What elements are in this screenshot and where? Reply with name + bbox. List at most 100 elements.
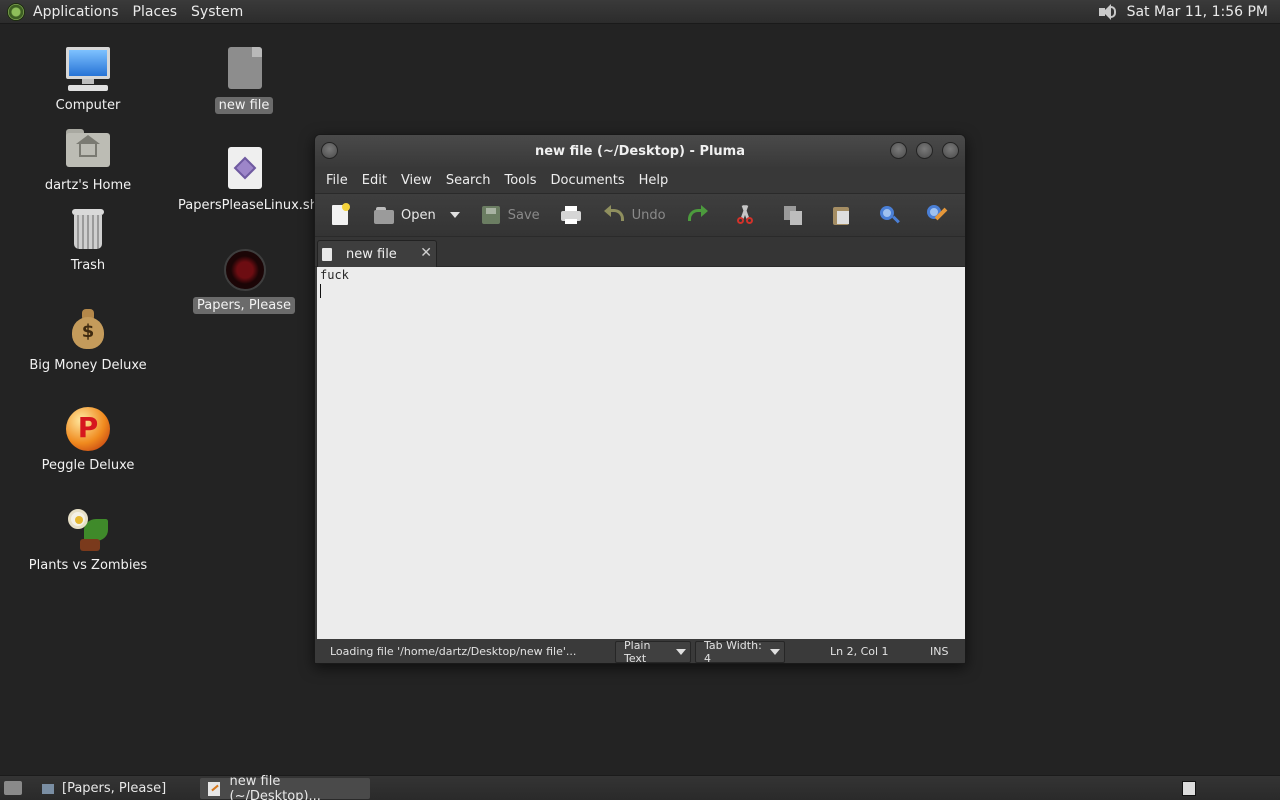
open-label: Open bbox=[401, 207, 436, 223]
new-document-icon bbox=[329, 203, 351, 226]
script-file-icon bbox=[220, 145, 268, 193]
plants-vs-zombies-icon bbox=[64, 505, 112, 553]
paste-icon bbox=[830, 204, 852, 226]
print-button[interactable] bbox=[556, 199, 586, 231]
desktop-icon-new-file[interactable]: new file bbox=[174, 45, 314, 114]
statusbar: Loading file '/home/dartz/Desktop/new fi… bbox=[315, 639, 965, 664]
text-editor-icon bbox=[208, 781, 220, 796]
menu-file[interactable]: File bbox=[319, 173, 355, 188]
top-panel: Applications Places System Sat Mar 11, 1… bbox=[0, 0, 1280, 24]
folder-open-icon bbox=[373, 204, 395, 226]
desktop-icon-trash[interactable]: Trash bbox=[18, 205, 158, 274]
save-button[interactable]: Save bbox=[476, 199, 544, 231]
desktop-icon-label: Peggle Deluxe bbox=[41, 458, 135, 473]
taskbar-item-label: [Papers, Please] bbox=[62, 781, 167, 796]
menu-help[interactable]: Help bbox=[632, 173, 676, 188]
undo-icon bbox=[603, 204, 626, 226]
pluma-window: new file (~/Desktop) - Pluma File Edit V… bbox=[314, 134, 966, 664]
menu-system[interactable]: System bbox=[191, 4, 243, 20]
show-desktop-icon[interactable] bbox=[4, 781, 22, 795]
home-folder-icon bbox=[64, 125, 112, 173]
desktop-icon-label: Trash bbox=[70, 258, 106, 273]
taskbar-item-papers-please[interactable]: [Papers, Please] bbox=[34, 778, 194, 799]
computer-icon bbox=[64, 45, 112, 93]
menu-edit[interactable]: Edit bbox=[355, 173, 394, 188]
tab-width-selector[interactable]: Tab Width: 4 bbox=[695, 639, 785, 664]
desktop-icon-plants-vs-zombies[interactable]: Plants vs Zombies bbox=[18, 505, 158, 574]
status-message: Loading file '/home/dartz/Desktop/new fi… bbox=[330, 645, 577, 658]
menu-documents[interactable]: Documents bbox=[544, 173, 632, 188]
desktop-icon-papers-please-script[interactable]: PapersPleaseLinux.sh bbox=[174, 145, 318, 214]
replace-button[interactable] bbox=[922, 199, 952, 231]
text-cursor bbox=[320, 283, 321, 298]
close-window-button[interactable] bbox=[942, 142, 959, 159]
desktop-icon-label: Big Money Deluxe bbox=[29, 358, 147, 373]
paste-button[interactable] bbox=[826, 199, 856, 231]
editor-line: fuck bbox=[320, 268, 349, 282]
printer-icon bbox=[560, 204, 582, 226]
scissors-icon bbox=[734, 204, 756, 226]
search-icon bbox=[878, 204, 900, 226]
close-tab-icon[interactable]: ✕ bbox=[420, 245, 432, 261]
tab-new-file[interactable]: new file ✕ bbox=[317, 240, 437, 268]
copy-icon bbox=[782, 204, 804, 226]
toolbar: Open Save Undo bbox=[315, 193, 965, 237]
search-replace-icon bbox=[926, 204, 948, 226]
text-editor-area[interactable]: fuck bbox=[317, 267, 965, 639]
maximize-button[interactable] bbox=[916, 142, 933, 159]
mate-logo-icon[interactable] bbox=[7, 2, 25, 21]
papers-please-icon bbox=[220, 245, 268, 293]
minimize-button[interactable] bbox=[890, 142, 907, 159]
new-document-button[interactable] bbox=[325, 199, 355, 231]
window-titlebar[interactable]: new file (~/Desktop) - Pluma bbox=[315, 135, 965, 167]
desktop-icon-papers-please[interactable]: Papers, Please bbox=[174, 245, 314, 314]
money-bag-icon: $ bbox=[64, 305, 112, 353]
menu-search[interactable]: Search bbox=[439, 173, 498, 188]
cut-button[interactable] bbox=[730, 199, 760, 231]
language-selector[interactable]: Plain Text bbox=[615, 639, 691, 663]
taskbar-item-pluma[interactable]: new file (~/Desktop)... bbox=[200, 774, 370, 800]
chevron-down-icon bbox=[676, 649, 686, 655]
undo-button[interactable]: Undo bbox=[600, 199, 670, 231]
redo-icon bbox=[686, 204, 708, 226]
peggle-icon: P bbox=[64, 405, 112, 453]
desktop-icon-label: new file bbox=[214, 97, 274, 114]
clock[interactable]: Sat Mar 11, 1:56 PM bbox=[1127, 4, 1268, 20]
trash-icon bbox=[64, 205, 112, 253]
redo-button[interactable] bbox=[682, 199, 712, 231]
menubar: File Edit View Search Tools Documents He… bbox=[315, 167, 965, 193]
workspace-switcher[interactable] bbox=[1182, 781, 1196, 796]
copy-button[interactable] bbox=[778, 199, 808, 231]
tab-width-value: Tab Width: 4 bbox=[704, 639, 762, 664]
desktop-icon-computer[interactable]: Computer bbox=[18, 45, 158, 114]
file-icon bbox=[220, 45, 268, 93]
insert-mode: INS bbox=[930, 645, 949, 658]
desktop-icon-big-money[interactable]: $ Big Money Deluxe bbox=[18, 305, 158, 374]
save-icon bbox=[480, 204, 502, 226]
speaker-icon[interactable] bbox=[1097, 3, 1117, 21]
menu-tools[interactable]: Tools bbox=[497, 173, 543, 188]
desktop-icon-home[interactable]: dartz's Home bbox=[18, 125, 158, 194]
text-document-icon bbox=[322, 248, 332, 261]
chevron-down-icon bbox=[770, 649, 780, 655]
desktop-icon-peggle[interactable]: P Peggle Deluxe bbox=[18, 405, 158, 474]
open-button[interactable]: Open bbox=[369, 199, 440, 231]
taskbar-item-label: new file (~/Desktop)... bbox=[229, 773, 321, 800]
undo-label: Undo bbox=[631, 207, 666, 223]
desktop-icon-label: Computer bbox=[55, 98, 121, 113]
document-tabs: new file ✕ bbox=[315, 237, 965, 268]
menu-places[interactable]: Places bbox=[133, 4, 178, 20]
desktop-icon-label: Plants vs Zombies bbox=[28, 558, 148, 573]
save-label: Save bbox=[507, 207, 540, 223]
menu-applications[interactable]: Applications bbox=[33, 4, 119, 20]
desktop-icon-label: PapersPleaseLinux.sh bbox=[178, 198, 318, 213]
cursor-position: Ln 2, Col 1 bbox=[830, 645, 889, 658]
desktop-icon-label: Papers, Please bbox=[192, 297, 296, 314]
menu-view[interactable]: View bbox=[394, 173, 439, 188]
bottom-panel: [Papers, Please] new file (~/Desktop)... bbox=[0, 774, 1280, 800]
find-button[interactable] bbox=[874, 199, 904, 231]
window-icon bbox=[42, 783, 54, 794]
window-menu-button[interactable] bbox=[321, 142, 338, 159]
window-title: new file (~/Desktop) - Pluma bbox=[534, 143, 745, 159]
open-recent-dropdown-icon[interactable] bbox=[449, 212, 460, 218]
